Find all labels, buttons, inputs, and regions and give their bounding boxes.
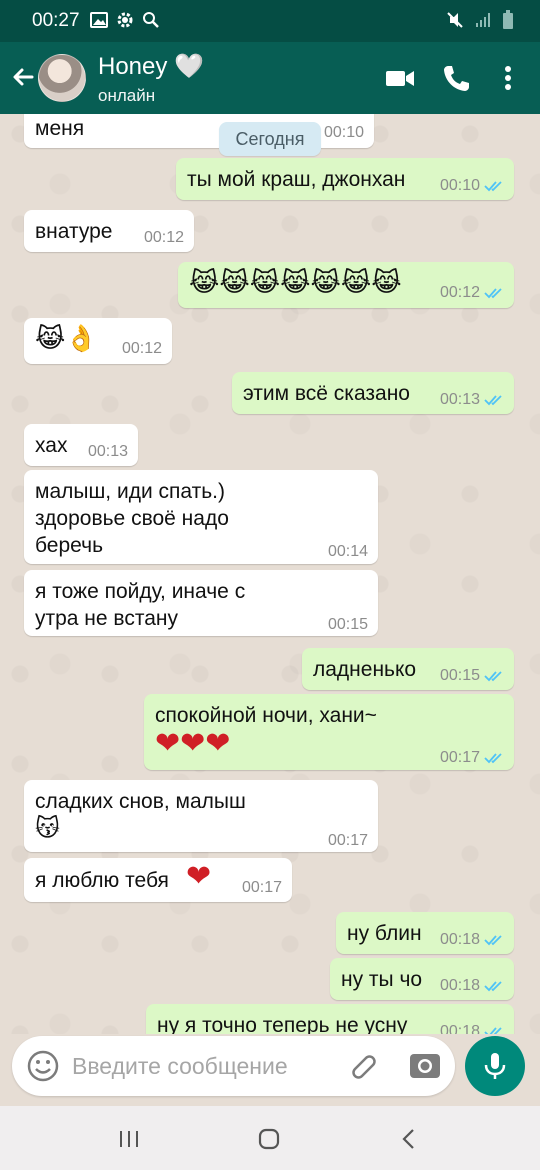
message-incoming[interactable]: внатуре 00:12 [24,210,194,252]
recent-apps-icon[interactable] [116,1126,142,1152]
message-input-bar: Введите сообщение [12,1036,455,1096]
back-chevron-icon[interactable] [396,1126,422,1152]
message-outgoing[interactable]: спокойной ночи, хани~ ❤❤❤ 00:17 [144,694,514,770]
phone-icon[interactable] [440,62,472,94]
message-outgoing[interactable]: ну я точно теперь не усну 00:18 [146,1004,514,1034]
read-ticks-icon [484,394,502,405]
message-incoming[interactable]: сладких снов, малыш 😽 00:17 [24,780,378,852]
settings-gear-icon [117,12,133,28]
avatar[interactable] [38,54,86,102]
microphone-button[interactable] [465,1036,525,1096]
date-chip: Сегодня [219,122,321,156]
search-icon [143,12,159,28]
navigation-bar [0,1106,540,1170]
message-outgoing[interactable]: 😹😹😹😹😹😹😹 00:12 [178,262,514,308]
message-outgoing[interactable]: ну ты чо 00:18 [330,958,514,1000]
camera-icon[interactable] [408,1050,442,1082]
read-ticks-icon [484,180,502,191]
video-camera-icon[interactable] [384,62,416,94]
more-vertical-icon[interactable] [492,62,524,94]
message-input[interactable]: Введите сообщение [72,1053,288,1080]
message-incoming[interactable]: меня 00:10 [24,114,374,148]
gallery-icon [90,12,108,28]
message-outgoing[interactable]: ладненько 00:15 [302,648,514,690]
signal-icon [476,13,490,27]
read-ticks-icon [484,752,502,763]
message-incoming[interactable]: 😹👌 00:12 [24,318,172,364]
paperclip-icon[interactable] [348,1050,380,1082]
chat-area[interactable]: меня 00:10 Сегодня ты мой краш, джонхан … [0,114,540,1034]
arrow-left-icon[interactable] [10,64,36,90]
contact-name[interactable]: Honey 🤍 [98,52,204,81]
chat-header: Honey 🤍 онлайн [0,42,540,114]
read-ticks-icon [484,980,502,991]
message-incoming[interactable]: я тоже пойду, иначе с утра не встану 00:… [24,570,378,636]
mute-icon [447,12,463,28]
read-ticks-icon [484,1026,502,1034]
microphone-icon [484,1053,506,1079]
read-ticks-icon [484,670,502,681]
battery-icon [503,10,513,29]
message-incoming[interactable]: хах 00:13 [24,424,138,466]
contact-status: онлайн [98,86,156,105]
message-incoming[interactable]: я люблю тебя ❤ 00:17 [24,858,292,902]
read-ticks-icon [484,287,502,298]
smiley-icon[interactable] [26,1049,60,1083]
status-bar: 00:27 [0,0,540,42]
message-outgoing[interactable]: этим всё сказано 00:13 [232,372,514,414]
message-outgoing[interactable]: ты мой краш, джонхан 00:10 [176,158,514,200]
read-ticks-icon [484,934,502,945]
message-incoming[interactable]: малыш, иди спать.) здоровье своё надо бе… [24,470,378,564]
message-outgoing[interactable]: ну блин 00:18 [336,912,514,954]
home-icon[interactable] [256,1126,282,1152]
status-time: 00:27 [32,10,80,31]
